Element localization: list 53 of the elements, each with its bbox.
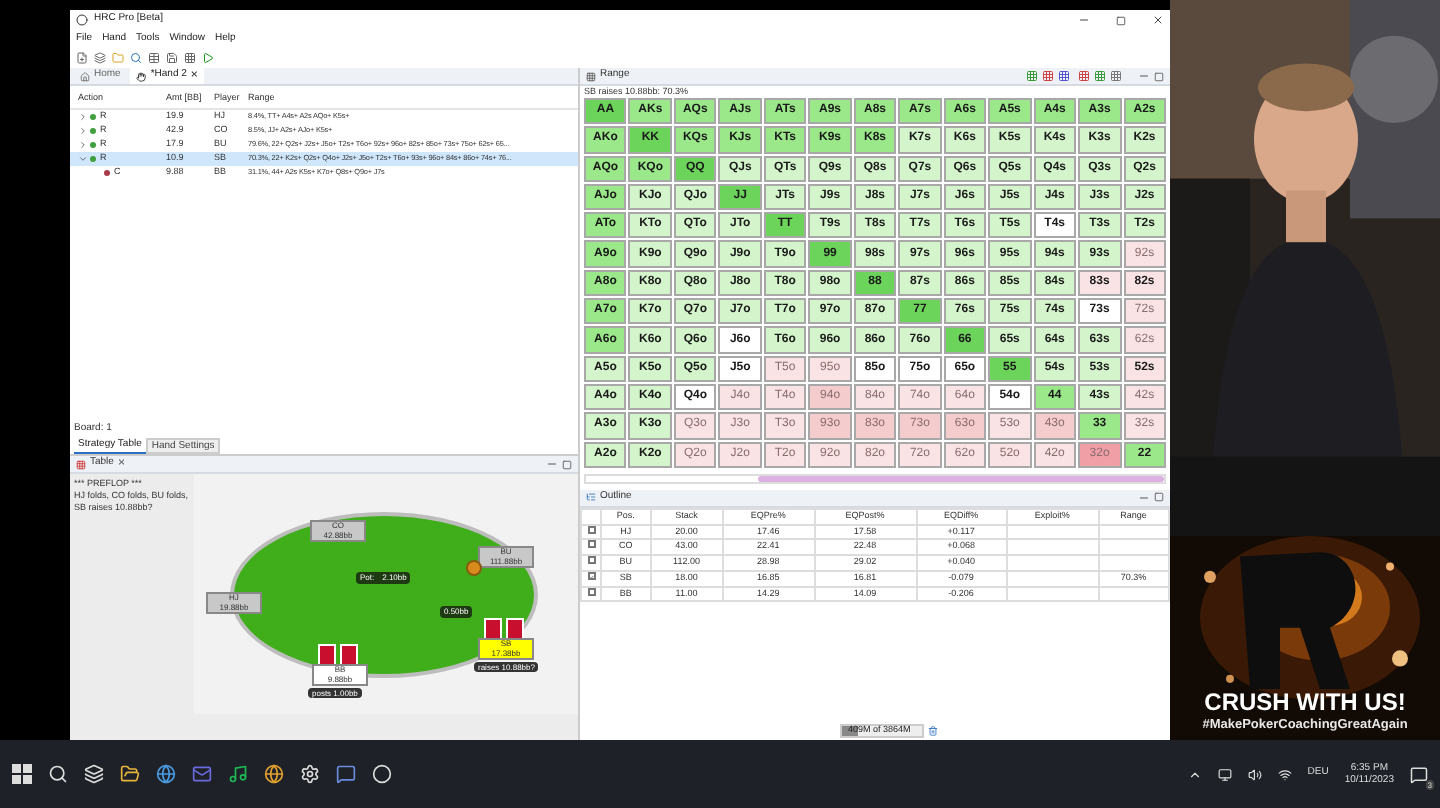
close-icon[interactable]	[1152, 14, 1164, 26]
minimize-icon[interactable]	[546, 458, 558, 470]
grid-icon[interactable]	[1078, 70, 1090, 82]
app-icon	[76, 14, 88, 26]
maximize-icon[interactable]	[562, 459, 572, 469]
table-icon	[76, 459, 86, 469]
windows-logo-icon[interactable]	[12, 764, 32, 784]
task-view-icon[interactable]	[84, 764, 104, 784]
globe-icon[interactable]	[156, 764, 176, 784]
checkbox[interactable]	[587, 540, 595, 549]
table-icon[interactable]	[148, 52, 160, 64]
checkbox[interactable]	[587, 525, 595, 534]
chevron-up-icon[interactable]	[1187, 767, 1202, 781]
checkbox[interactable]	[587, 587, 595, 596]
monitor-icon[interactable]	[1217, 767, 1232, 781]
grid-icon[interactable]	[1110, 70, 1122, 82]
checkbox[interactable]	[587, 556, 595, 565]
minimize-icon[interactable]	[1078, 14, 1090, 26]
grid-icon[interactable]	[1094, 70, 1106, 82]
collapse-icon[interactable]	[78, 154, 88, 164]
home-icon	[80, 71, 90, 81]
grid-icon[interactable]	[184, 52, 196, 64]
expand-icon[interactable]	[78, 112, 88, 122]
checkbox[interactable]	[587, 572, 595, 581]
grid-icon[interactable]	[1026, 70, 1038, 82]
maximize-icon[interactable]	[1154, 492, 1164, 503]
folder-icon[interactable]	[120, 764, 140, 784]
trash-icon[interactable]	[928, 726, 938, 736]
music-icon[interactable]	[228, 764, 248, 784]
maximize-icon[interactable]	[1116, 15, 1126, 25]
save-icon[interactable]	[166, 52, 178, 64]
hand-icon	[136, 71, 147, 81]
slogan: CRUSH WITH US!	[1204, 688, 1406, 717]
grid-icon[interactable]	[1058, 70, 1070, 82]
new-file-icon[interactable]	[76, 52, 88, 64]
expand-icon[interactable]	[78, 126, 88, 136]
layers-icon[interactable]	[94, 52, 106, 64]
globe-icon[interactable]	[264, 764, 284, 784]
settings-icon[interactable]	[300, 764, 320, 784]
chat-icon[interactable]	[336, 764, 356, 784]
volume-icon[interactable]	[1247, 767, 1262, 781]
notification-icon[interactable]	[1410, 765, 1428, 783]
network-icon[interactable]	[1277, 767, 1292, 781]
outline-icon	[586, 492, 596, 503]
minimize-icon[interactable]	[1138, 70, 1150, 82]
maximize-icon[interactable]	[1154, 71, 1164, 81]
app-icon[interactable]	[372, 764, 392, 784]
minimize-icon[interactable]	[1138, 491, 1150, 504]
expand-icon[interactable]	[78, 140, 88, 150]
grid-icon[interactable]	[1042, 70, 1054, 82]
play-icon[interactable]	[202, 52, 214, 64]
mail-icon[interactable]	[192, 764, 212, 784]
range-icon	[586, 71, 596, 81]
